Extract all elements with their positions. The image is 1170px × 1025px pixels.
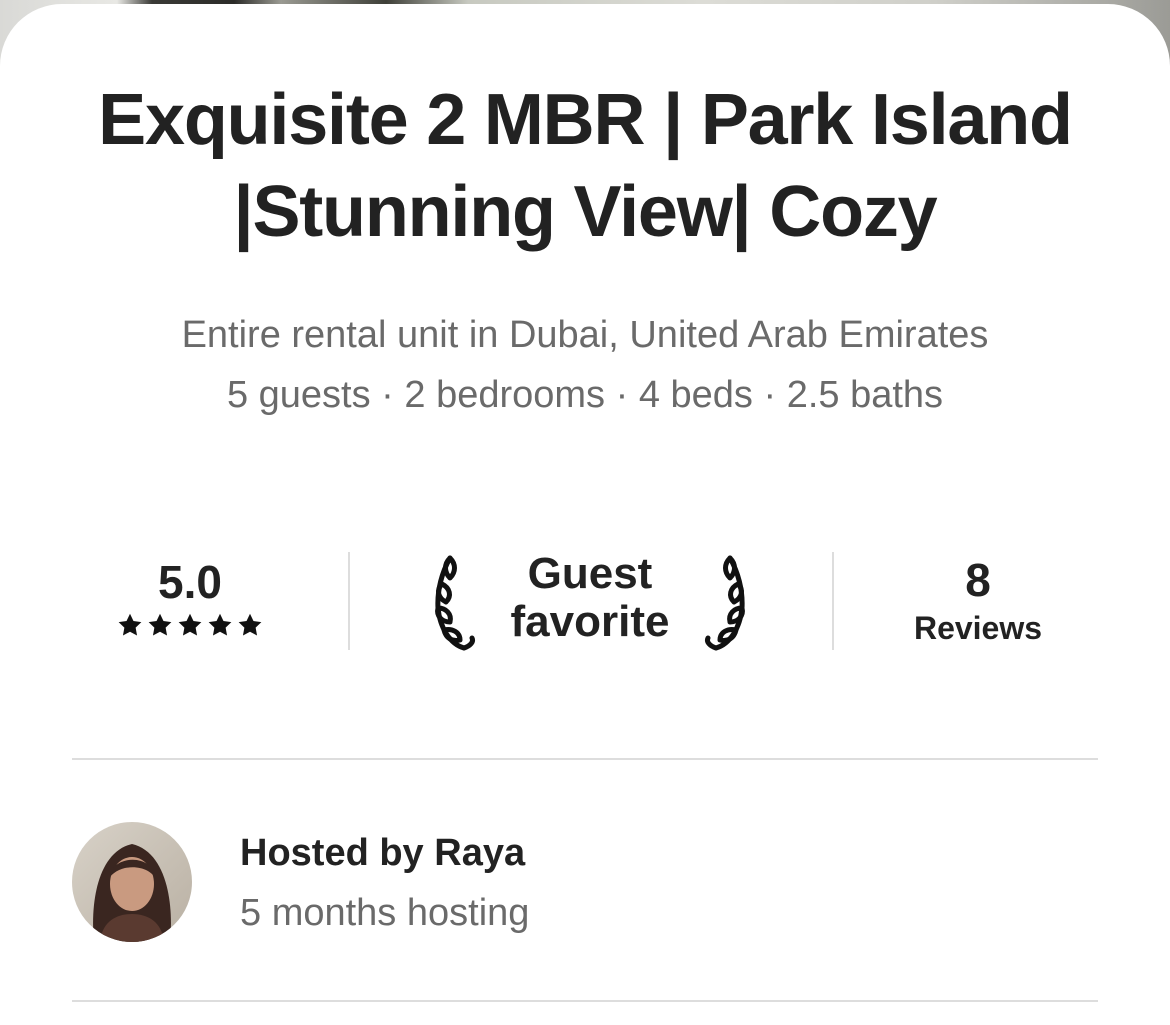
- star-icon: [147, 612, 173, 638]
- guest-favorite-line2: favorite: [510, 597, 670, 646]
- guest-favorite-label: Guest favorite: [480, 550, 700, 646]
- reviews-summary[interactable]: 8 Reviews: [878, 552, 1078, 648]
- star-icon: [237, 612, 263, 638]
- section-divider: [72, 758, 1098, 760]
- rating-summary[interactable]: 5.0: [90, 554, 290, 638]
- stat-divider: [832, 552, 834, 650]
- laurel-left-icon: [420, 550, 480, 659]
- section-divider: [72, 1000, 1098, 1002]
- guest-favorite-line1: Guest: [527, 549, 653, 598]
- listing-screen: Exquisite 2 MBR | Park Island |Stunning …: [0, 0, 1170, 1025]
- host-avatar[interactable]: [72, 822, 192, 942]
- listing-type-location: Entire rental unit in Dubai, United Arab…: [181, 314, 989, 356]
- stat-divider: [348, 552, 350, 650]
- listing-capacity: 5 guests · 2 bedrooms · 4 beds · 2.5 bat…: [226, 374, 944, 416]
- guest-favorite-badge[interactable]: Guest favorite: [420, 550, 760, 654]
- laurel-right-icon: [700, 550, 760, 659]
- star-icon: [177, 612, 203, 638]
- reviews-label: Reviews: [913, 610, 1043, 646]
- star-icon: [117, 612, 143, 638]
- star-rating: [90, 612, 290, 638]
- listing-title: Exquisite 2 MBR | Park Island |Stunning …: [98, 80, 1073, 252]
- rating-value: 5.0: [158, 556, 222, 608]
- host-duration: 5 months hosting: [240, 892, 530, 934]
- reviews-count: 8: [965, 554, 991, 606]
- listing-details-sheet: Exquisite 2 MBR | Park Island |Stunning …: [0, 4, 1170, 1025]
- host-name[interactable]: Hosted by Raya: [240, 830, 525, 876]
- star-icon: [207, 612, 233, 638]
